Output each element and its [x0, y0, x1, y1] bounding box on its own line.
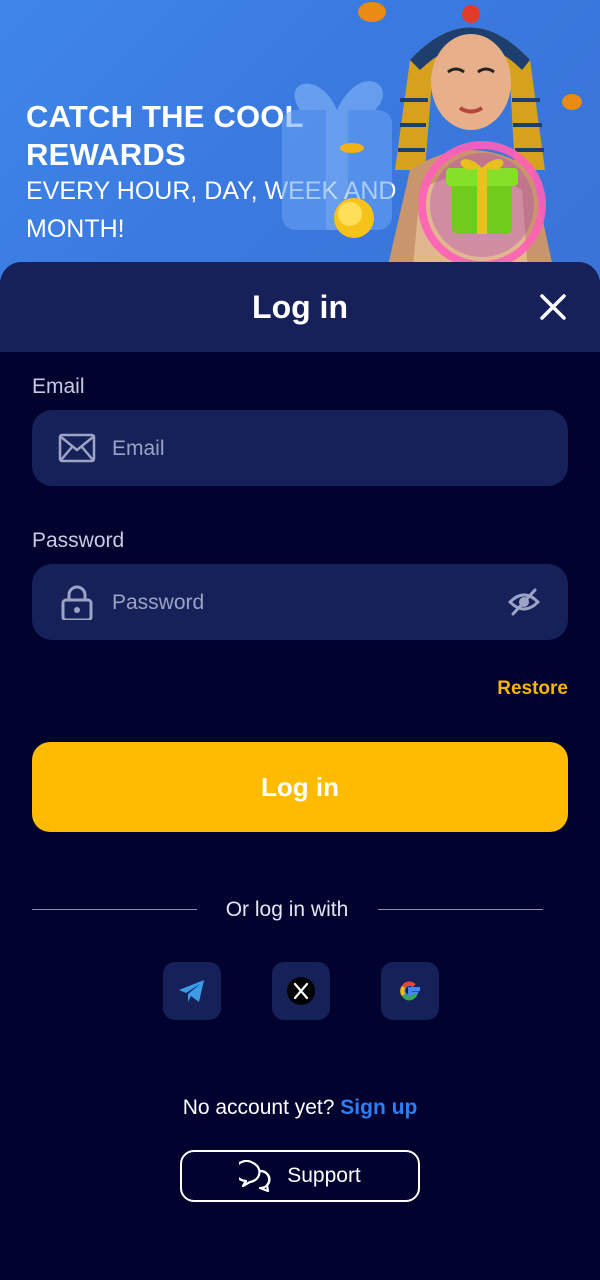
social-divider-text: Or log in with: [225, 898, 349, 921]
chat-bubbles-icon: [239, 1160, 271, 1192]
x-icon: [287, 977, 315, 1005]
login-button[interactable]: Log in: [32, 742, 568, 832]
support-button[interactable]: Support: [180, 1150, 420, 1202]
signup-link[interactable]: Sign up: [340, 1096, 417, 1119]
x-login-button[interactable]: [272, 962, 330, 1020]
close-icon[interactable]: [538, 292, 568, 322]
password-label: Password: [32, 529, 125, 552]
login-modal: Log in Email Password Restore Log in: [0, 262, 600, 1280]
divider-line-left: [32, 909, 197, 910]
email-field[interactable]: [32, 410, 568, 488]
google-login-button[interactable]: [381, 962, 439, 1020]
google-icon: [400, 981, 420, 1001]
telegram-icon: [179, 980, 204, 1002]
promo-banner[interactable]: CATCH THE COOL REWARDS EVERY HOUR, DAY, …: [0, 0, 600, 300]
support-label: Support: [287, 1164, 361, 1187]
email-label: Email: [32, 375, 85, 398]
telegram-login-button[interactable]: [163, 962, 221, 1020]
signup-row: No account yet? Sign up: [0, 1096, 600, 1120]
eye-off-icon[interactable]: [508, 586, 540, 618]
password-field[interactable]: [32, 564, 568, 642]
password-input[interactable]: [110, 564, 504, 642]
envelope-icon: [58, 433, 96, 463]
promo-illustration: [282, 2, 582, 300]
restore-password-link[interactable]: Restore: [497, 678, 568, 700]
signup-prompt: No account yet?: [182, 1096, 335, 1119]
email-input[interactable]: [110, 410, 504, 488]
modal-title: Log in: [252, 288, 348, 325]
lock-icon: [61, 585, 93, 620]
modal-header: Log in: [0, 262, 600, 352]
divider-line-right: [378, 909, 543, 910]
